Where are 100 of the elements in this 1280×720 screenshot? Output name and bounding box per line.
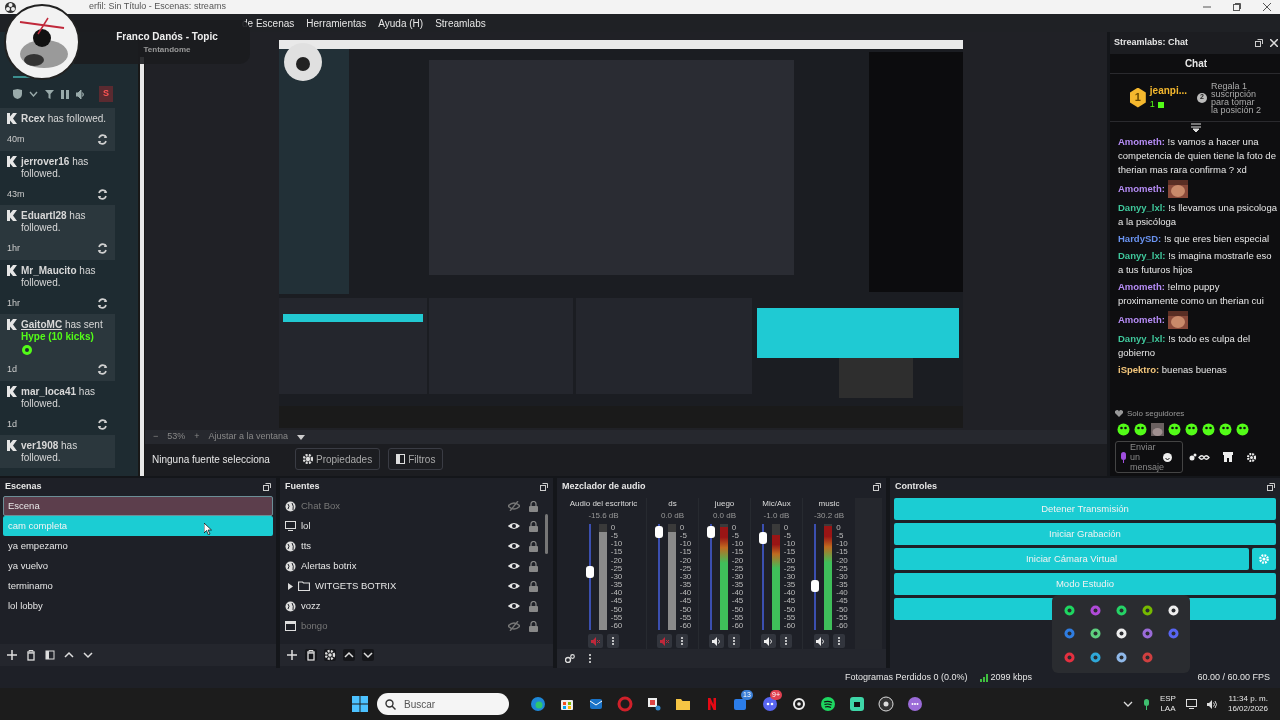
chevron-down-icon[interactable] <box>29 91 38 97</box>
speaker-icon[interactable] <box>76 89 86 99</box>
microphone-icon[interactable] <box>1142 698 1150 710</box>
keyboard-language[interactable]: ESP LAA <box>1159 694 1176 714</box>
eye-icon[interactable] <box>508 562 520 570</box>
restore-icon[interactable] <box>1233 3 1241 11</box>
tray-app-icon[interactable] <box>1089 651 1101 663</box>
lock-icon[interactable] <box>529 500 538 512</box>
chat-app-icon[interactable] <box>733 696 749 712</box>
filters-button[interactable]: Filtros <box>388 448 444 470</box>
menu-button[interactable] <box>607 634 619 648</box>
emote-icon[interactable] <box>1219 423 1232 437</box>
move-down-icon[interactable] <box>362 649 374 661</box>
scene-item[interactable]: ya vuelvo <box>3 556 273 576</box>
source-item[interactable]: Chat Box <box>285 496 540 516</box>
speaker-button[interactable] <box>761 634 776 648</box>
lock-icon[interactable] <box>529 580 538 592</box>
emote-icon[interactable] <box>1117 423 1130 437</box>
eye-icon[interactable] <box>508 582 520 590</box>
clock[interactable]: 11:34 p. m. 16/02/2026 <box>1227 694 1268 714</box>
toolbar-button[interactable]: S <box>99 86 113 102</box>
volume-slider[interactable] <box>757 524 768 630</box>
tray-app-icon[interactable] <box>1115 605 1127 617</box>
folder-icon[interactable] <box>675 696 691 712</box>
network-icon[interactable] <box>1185 699 1197 709</box>
search-field[interactable]: Buscar <box>377 693 509 715</box>
hidden-eye-icon[interactable] <box>508 621 520 631</box>
source-item[interactable]: WITGETS BOTRIX <box>285 576 540 596</box>
move-down-icon[interactable] <box>82 649 94 661</box>
eye-icon[interactable] <box>508 602 520 610</box>
eye-icon[interactable] <box>508 542 520 550</box>
volume-slider[interactable] <box>705 524 716 630</box>
undock-icon[interactable] <box>873 483 881 491</box>
chat-bubble-icon[interactable] <box>907 696 923 712</box>
scroll-down-icon[interactable] <box>1191 123 1201 132</box>
message-input[interactable]: Enviar un mensaje <box>1115 441 1183 474</box>
slider-thumb[interactable] <box>758 531 767 544</box>
lock-icon[interactable] <box>529 600 538 612</box>
undock-icon[interactable] <box>1255 39 1263 47</box>
slider-thumb[interactable] <box>654 525 663 538</box>
tray-app-icon[interactable] <box>1167 605 1179 617</box>
browser-icon[interactable] <box>530 696 546 712</box>
tools-icon[interactable] <box>646 696 662 712</box>
tray-app-icon[interactable] <box>1115 651 1127 663</box>
menu-item[interactable]: Streamlabs <box>435 15 486 31</box>
store-icon[interactable] <box>1223 452 1233 463</box>
filter-icon[interactable] <box>45 89 54 99</box>
slider-thumb[interactable] <box>811 580 820 593</box>
menu-item[interactable]: Herramientas <box>306 15 367 31</box>
volume-icon[interactable] <box>1206 699 1218 709</box>
emote-icon[interactable] <box>1151 423 1164 437</box>
lock-icon[interactable] <box>529 540 538 552</box>
slider-thumb[interactable] <box>585 566 594 579</box>
music-icon[interactable] <box>820 696 836 712</box>
speaker-button[interactable] <box>813 634 829 648</box>
menu-button[interactable] <box>832 634 845 648</box>
source-item[interactable]: vozz <box>285 596 540 616</box>
tray-app-icon[interactable] <box>1141 605 1153 617</box>
hidden-eye-icon[interactable] <box>508 501 520 511</box>
menu-item[interactable]: Ayuda (H) <box>378 15 424 31</box>
refresh-icon[interactable] <box>97 243 108 255</box>
ring-icon[interactable] <box>617 696 633 712</box>
lock-icon[interactable] <box>529 520 538 532</box>
chevron-up-icon[interactable] <box>1122 701 1133 707</box>
tray-app-icon[interactable] <box>1089 628 1101 640</box>
source-item[interactable]: tts <box>285 536 540 556</box>
menu-item[interactable]: de Escenas <box>242 15 295 31</box>
points-icon[interactable] <box>1189 452 1211 462</box>
scene-item[interactable]: Escena <box>3 496 273 516</box>
slider-thumb[interactable] <box>706 525 715 538</box>
pause-icon[interactable] <box>61 89 69 99</box>
delete-icon[interactable] <box>25 649 37 661</box>
dropdown-caret-icon[interactable] <box>297 434 306 440</box>
undock-icon[interactable] <box>540 483 548 491</box>
delete-icon[interactable] <box>305 649 317 661</box>
undock-icon[interactable] <box>1267 483 1275 491</box>
refresh-icon[interactable] <box>97 297 108 309</box>
shield-icon[interactable] <box>13 89 22 99</box>
volume-slider[interactable] <box>584 524 595 630</box>
undock-icon[interactable] <box>263 483 271 491</box>
properties-button[interactable]: Propiedades <box>295 448 381 470</box>
eye-icon[interactable] <box>508 522 520 530</box>
advanced-settings-icon[interactable] <box>565 654 575 663</box>
refresh-icon[interactable] <box>97 134 108 146</box>
scene-item[interactable]: lol lobby <box>3 596 273 616</box>
close-icon[interactable] <box>1263 3 1271 11</box>
emote-icon[interactable] <box>1168 423 1181 437</box>
zoom-in-button[interactable]: + <box>194 430 200 444</box>
scene-item[interactable]: terminamo <box>3 576 273 596</box>
source-item[interactable]: Alertas botrix <box>285 556 540 576</box>
expand-arrow-icon[interactable] <box>288 582 293 590</box>
volume-slider[interactable] <box>653 524 664 630</box>
emote-icon[interactable] <box>1202 423 1215 437</box>
menu-button[interactable] <box>780 634 792 648</box>
add-icon[interactable] <box>286 649 298 661</box>
speaker-button[interactable] <box>709 634 724 648</box>
app-icon[interactable] <box>849 696 865 712</box>
source-item[interactable]: lol <box>285 516 540 536</box>
zoom-mode[interactable]: Ajustar a la ventana <box>208 430 289 444</box>
scrollbar-thumb[interactable] <box>545 514 548 554</box>
